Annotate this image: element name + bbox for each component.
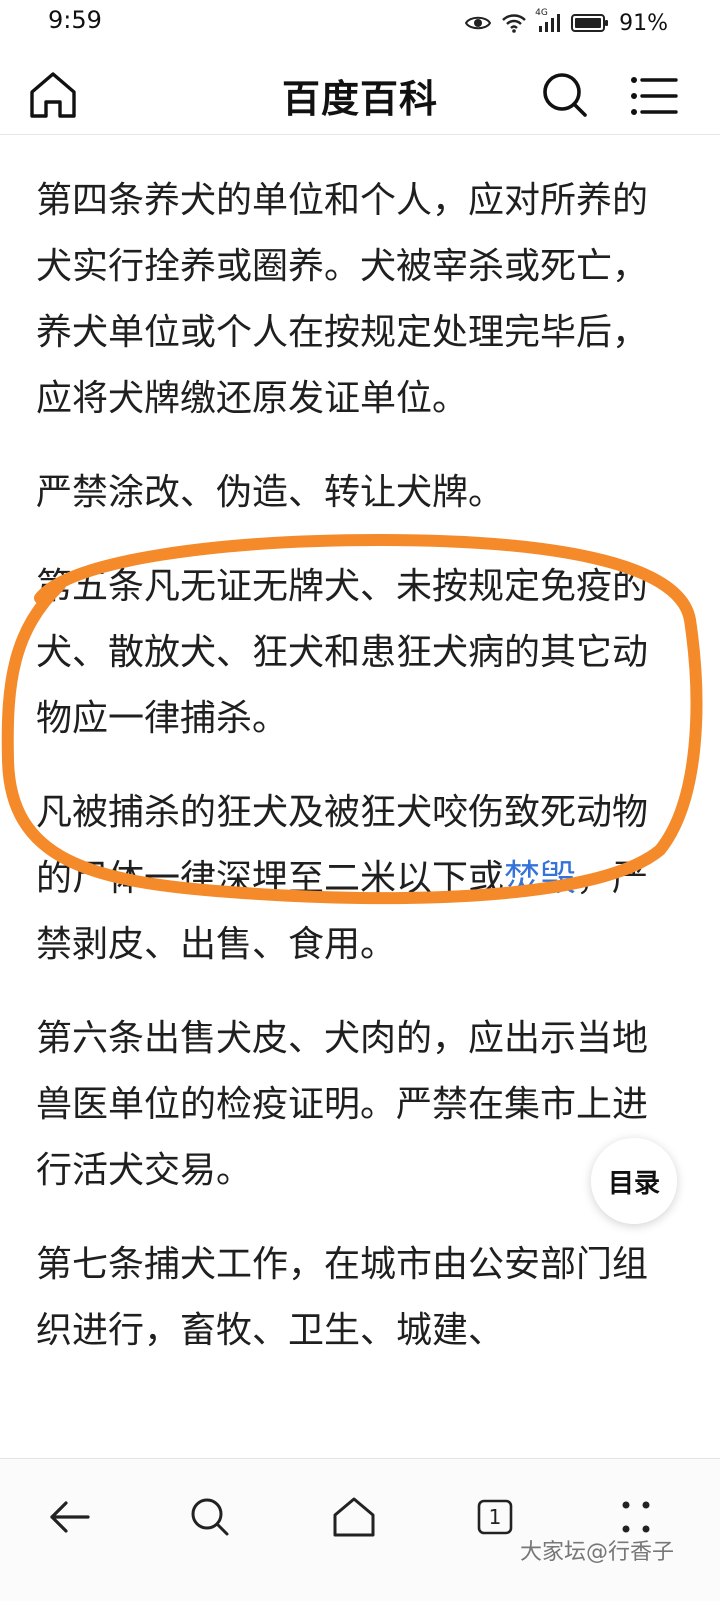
toc-button[interactable]: 目录	[591, 1138, 677, 1224]
more-dots-icon	[622, 1501, 650, 1533]
link-fenhui[interactable]: 焚毁	[504, 858, 576, 899]
back-button[interactable]	[40, 1489, 100, 1545]
status-icons: 4G 91%	[465, 6, 668, 40]
status-bar: 9:59 4G 91%	[0, 0, 720, 46]
page-title: 百度百科	[281, 77, 438, 121]
watermark: 大家坛@行香子	[520, 1540, 675, 1565]
article-paragraph: 第四条养犬的单位和个人，应对所养的犬实行拴养或圈养。犬被宰杀或死亡，养犬单位或个…	[36, 180, 649, 419]
tabs-count: 1	[488, 1505, 502, 1529]
status-time: 9:59	[48, 6, 102, 34]
article-paragraph-highlighted: 第五条凡无证无牌犬、未按规定免疫的犬、散放犬、狂犬和患狂犬病的其它动物应一律捕杀…	[36, 566, 649, 739]
cellular-signal-icon: 4G	[535, 8, 561, 34]
search-icon	[543, 73, 587, 117]
back-arrow-icon	[50, 1501, 90, 1533]
article-body: 第四条养犬的单位和个人，应对所养的犬实行拴养或圈养。犬被宰杀或死亡，养犬单位或个…	[36, 168, 656, 1392]
wifi-icon	[501, 12, 527, 34]
menu-button[interactable]	[630, 74, 680, 118]
article-paragraph: 严禁涂改、伪造、转让犬牌。	[36, 472, 505, 513]
bottom-nav: 1	[0, 1458, 720, 1601]
eye-icon	[465, 14, 492, 32]
app-header: 百度百科	[0, 48, 720, 135]
battery-icon	[571, 13, 609, 33]
article-paragraph: 凡被捕杀的狂犬及被狂犬咬伤致死动物的尸体一律深埋至二米以下或焚毁，严禁剥皮、出售…	[36, 780, 656, 978]
search-button[interactable]	[540, 70, 590, 120]
home-icon	[333, 1497, 375, 1537]
tabs-button[interactable]: 1	[465, 1489, 525, 1545]
article-paragraph: 第六条出售犬皮、犬肉的，应出示当地兽医单位的检疫证明。严禁在集市上进行活犬交易。	[36, 1018, 649, 1191]
nav-search-button[interactable]	[180, 1489, 240, 1545]
menu-icon	[631, 77, 678, 115]
nav-home-button[interactable]	[324, 1489, 384, 1545]
article-paragraph: 第七条捕犬工作，在城市由公安部门组织进行，畜牧、卫生、城建、	[36, 1244, 649, 1351]
network-type-label: 4G	[535, 8, 548, 18]
search-icon	[191, 1498, 229, 1536]
battery-percentage: 91%	[619, 10, 668, 36]
